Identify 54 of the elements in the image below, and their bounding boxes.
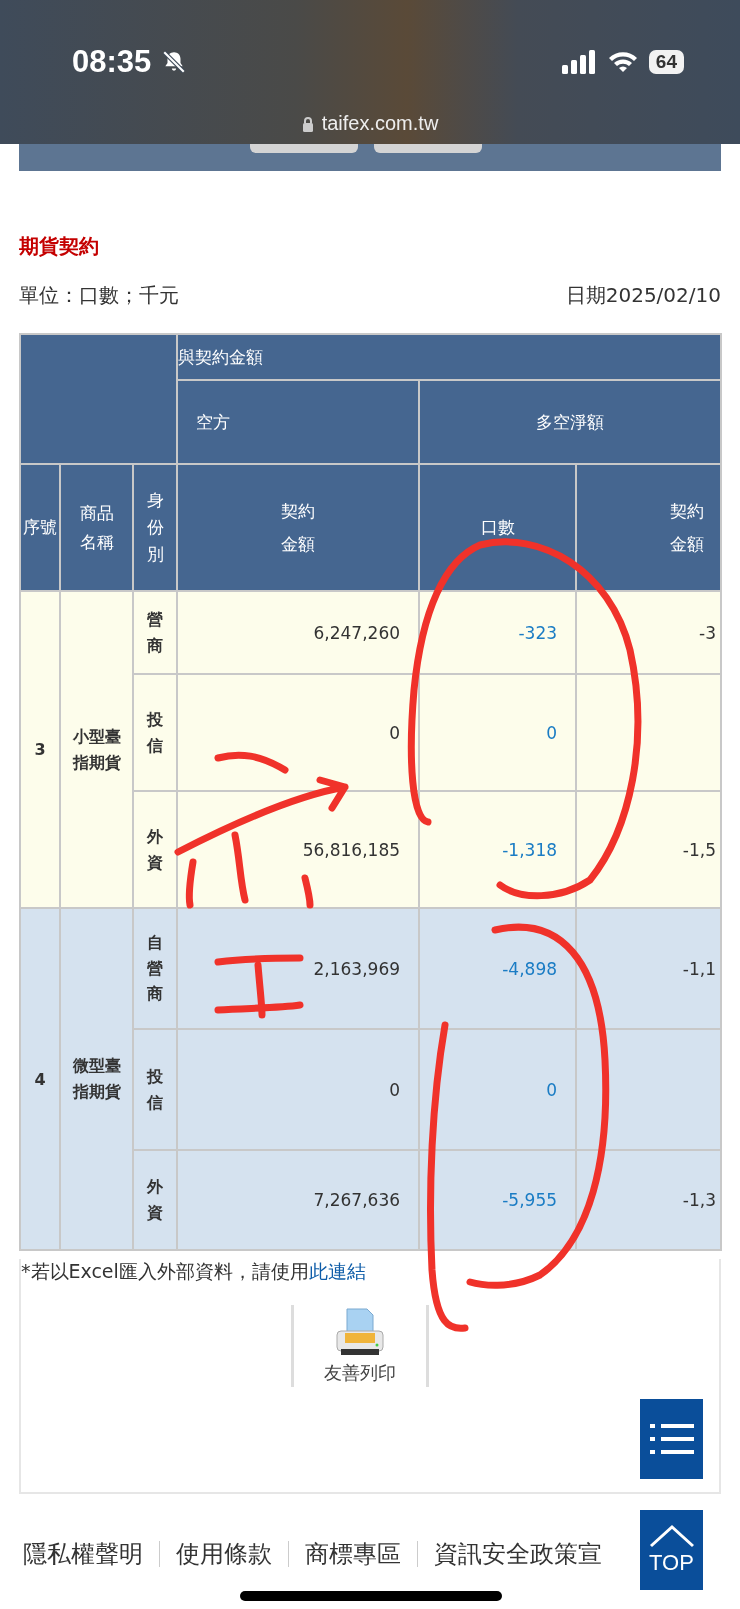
column-header: 契約金額 — [576, 464, 722, 591]
section-title: 期貨契約 — [19, 233, 100, 260]
footer-link[interactable]: 商標專區 — [301, 1538, 405, 1570]
footer-link[interactable]: 隱私權聲明 — [19, 1538, 147, 1570]
table-cell: 小型臺指期貨 — [60, 591, 133, 908]
table-cell: 3 — [20, 591, 60, 908]
battery-indicator: 64 — [648, 50, 684, 74]
table-cell: 2,163,969 — [177, 908, 420, 1029]
header-cell: 空方 — [177, 380, 420, 464]
table-cell: 營商 — [133, 591, 178, 674]
status-time: 08:35 — [72, 44, 152, 80]
table-cell: 7,267,636 — [177, 1150, 420, 1250]
print-button[interactable]: 友善列印 — [291, 1305, 429, 1387]
chevron-up-icon — [648, 1524, 695, 1548]
table-cell: 外資 — [133, 791, 178, 908]
unit-label: 單位：口數；千元 — [19, 282, 179, 309]
column-header: 口數 — [419, 464, 577, 591]
table-cell: -1,3 — [576, 1150, 722, 1250]
column-header: 契約金額 — [177, 464, 420, 591]
excel-link[interactable]: 此連結 — [308, 1260, 366, 1282]
url-bar[interactable]: taifex.com.tw — [0, 112, 740, 135]
table-cell: 自營商 — [133, 908, 178, 1029]
footer-link[interactable]: 使用條款 — [172, 1538, 276, 1570]
column-header: 序號 — [20, 464, 60, 591]
table-cell[interactable]: -1,318 — [419, 791, 577, 908]
signal-icon — [560, 50, 597, 74]
table-cell: 投信 — [133, 674, 178, 791]
table-cell: 0 — [177, 674, 420, 791]
tab-button[interactable] — [250, 144, 358, 153]
table-cell[interactable]: 0 — [419, 674, 577, 791]
footer-link[interactable]: 資訊安全政策宣 — [430, 1538, 606, 1570]
table-cell: -1,1 — [576, 908, 722, 1029]
table-cell: 外資 — [133, 1150, 178, 1250]
column-header: 商品名稱 — [60, 464, 133, 591]
column-header: 身份別 — [133, 464, 178, 591]
tab-button[interactable] — [374, 144, 482, 153]
table-cell: -3 — [576, 591, 722, 674]
menu-button[interactable] — [640, 1399, 703, 1479]
table-cell: 6,247,260 — [177, 591, 420, 674]
date-label: 日期2025/02/10 — [565, 282, 721, 309]
table-cell: 微型臺指期貨 — [60, 908, 133, 1250]
bell-muted-icon — [161, 49, 188, 75]
header-cell: 與契約金額 — [177, 334, 722, 380]
footnote-text: *若以Excel匯入外部資料，請使用此連結 — [21, 1259, 367, 1284]
back-to-top-button[interactable]: TOP — [640, 1510, 703, 1590]
menu-icon — [649, 1423, 694, 1455]
lock-icon — [301, 115, 314, 132]
url-text: taifex.com.tw — [321, 112, 439, 135]
table-cell: -1,5 — [576, 791, 722, 908]
table-cell: 0 — [177, 1029, 420, 1150]
table-cell[interactable]: -323 — [419, 591, 577, 674]
table-cell: 4 — [20, 908, 60, 1250]
table-cell: 投信 — [133, 1029, 178, 1150]
header-cell: 多空淨額 — [419, 380, 722, 464]
